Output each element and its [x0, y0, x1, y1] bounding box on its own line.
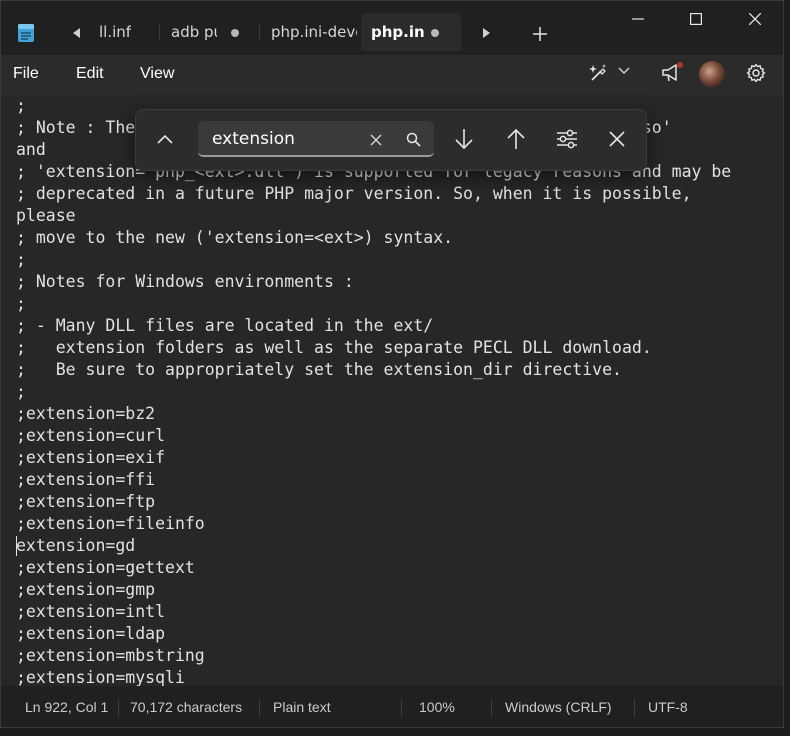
status-position[interactable]: Ln 922, Col 1 — [25, 686, 108, 727]
code-line: ;extension=gettext — [16, 558, 195, 577]
code-line: ;extension=exif — [16, 448, 166, 467]
code-line: ; — [16, 294, 26, 313]
arrow-up-icon[interactable] — [506, 128, 526, 150]
code-line: ; move to the new ('extension=<ext>) syn… — [16, 228, 454, 247]
tab-label: adb pull — [171, 23, 217, 41]
code-line: and — [16, 140, 46, 159]
close-window-icon[interactable] — [749, 13, 761, 25]
status-bar: Ln 922, Col 1 70,172 characters Plain te… — [1, 686, 783, 727]
chevron-down-icon[interactable] — [618, 67, 630, 75]
code-line: ;extension=curl — [16, 426, 166, 445]
find-input[interactable] — [210, 127, 364, 151]
status-line-ending[interactable]: Windows (CRLF) — [505, 686, 612, 727]
chevron-left-icon[interactable] — [73, 28, 80, 38]
tab-2[interactable]: adb pull — [171, 13, 217, 51]
minimize-icon[interactable] — [632, 18, 644, 20]
sliders-icon[interactable] — [556, 129, 578, 149]
status-encoding[interactable]: UTF-8 — [648, 686, 688, 727]
unsaved-dot-icon — [431, 29, 439, 37]
text-caret — [16, 536, 17, 556]
chevron-up-icon[interactable] — [157, 134, 173, 144]
code-line: ; extension folders as well as the separ… — [16, 338, 652, 357]
code-line: ; Be sure to appropriately set the exten… — [16, 360, 622, 379]
tab-3[interactable]: php.ini-development — [271, 13, 357, 51]
plus-icon[interactable] — [532, 26, 548, 42]
maximize-icon[interactable] — [690, 13, 702, 25]
code-line: ;extension=intl — [16, 602, 166, 621]
tab-label: php.ini-development — [271, 23, 357, 41]
tab-divider — [259, 23, 260, 41]
tab-1[interactable]: ll.inf — [99, 13, 159, 51]
unsaved-dot-icon — [231, 29, 239, 37]
menu-file[interactable]: File — [13, 55, 39, 95]
find-input-box — [198, 121, 434, 157]
search-icon[interactable] — [406, 132, 421, 147]
code-line: ; - Many DLL files are located in the ex… — [16, 316, 434, 335]
code-line: ; deprecated in a future PHP major versi… — [16, 184, 692, 203]
chevron-right-icon[interactable] — [483, 28, 490, 38]
tab-divider — [159, 23, 160, 41]
code-line: ; — [16, 96, 26, 115]
notepad-window: ll.inf adb pull php.ini-development php.… — [0, 0, 784, 728]
tab-label: ll.inf — [99, 23, 132, 41]
code-line: ;extension=gmp — [16, 580, 156, 599]
menu-bar: File Edit View — [1, 55, 783, 95]
status-divider — [401, 699, 402, 717]
status-divider — [634, 699, 635, 717]
code-line: ;extension=fileinfo — [16, 514, 205, 533]
text-editor[interactable]: ; ; Note : The ext>.so' and ; 'extension… — [1, 95, 783, 686]
status-divider — [118, 699, 119, 717]
sparkle-pen-icon[interactable] — [588, 63, 608, 83]
avatar[interactable] — [699, 61, 725, 87]
menu-view[interactable]: View — [140, 55, 174, 95]
code-line: extension=gd — [16, 536, 136, 555]
close-icon[interactable] — [370, 134, 382, 146]
notepad-icon — [18, 24, 34, 42]
code-line: please — [16, 206, 76, 225]
status-divider — [491, 699, 492, 717]
find-bar — [135, 109, 647, 171]
close-icon[interactable] — [609, 131, 625, 147]
code-line: ; — [16, 382, 26, 401]
code-line: ;extension=mbstring — [16, 646, 205, 665]
tab-label: php.in — [371, 23, 425, 41]
title-bar: ll.inf adb pull php.ini-development php.… — [1, 1, 783, 55]
code-line: ; Notes for Windows environments : — [16, 272, 354, 291]
status-format[interactable]: Plain text — [273, 686, 331, 727]
status-divider — [259, 699, 260, 717]
status-characters: 70,172 characters — [130, 699, 243, 715]
code-line: ;extension=ftp — [16, 492, 156, 511]
gear-icon[interactable] — [746, 63, 766, 83]
arrow-down-icon[interactable] — [454, 128, 474, 150]
tab-active[interactable]: php.in — [361, 13, 461, 51]
menu-edit[interactable]: Edit — [76, 55, 104, 95]
code-line: ;extension=bz2 — [16, 404, 156, 423]
code-line: ; — [16, 250, 26, 269]
code-line: ;extension=ldap — [16, 624, 166, 643]
status-zoom[interactable]: 100% — [419, 686, 455, 727]
megaphone-icon[interactable] — [660, 62, 684, 84]
code-line: ;extension=mysqli — [16, 668, 185, 686]
code-line: ;extension=ffi — [16, 470, 156, 489]
